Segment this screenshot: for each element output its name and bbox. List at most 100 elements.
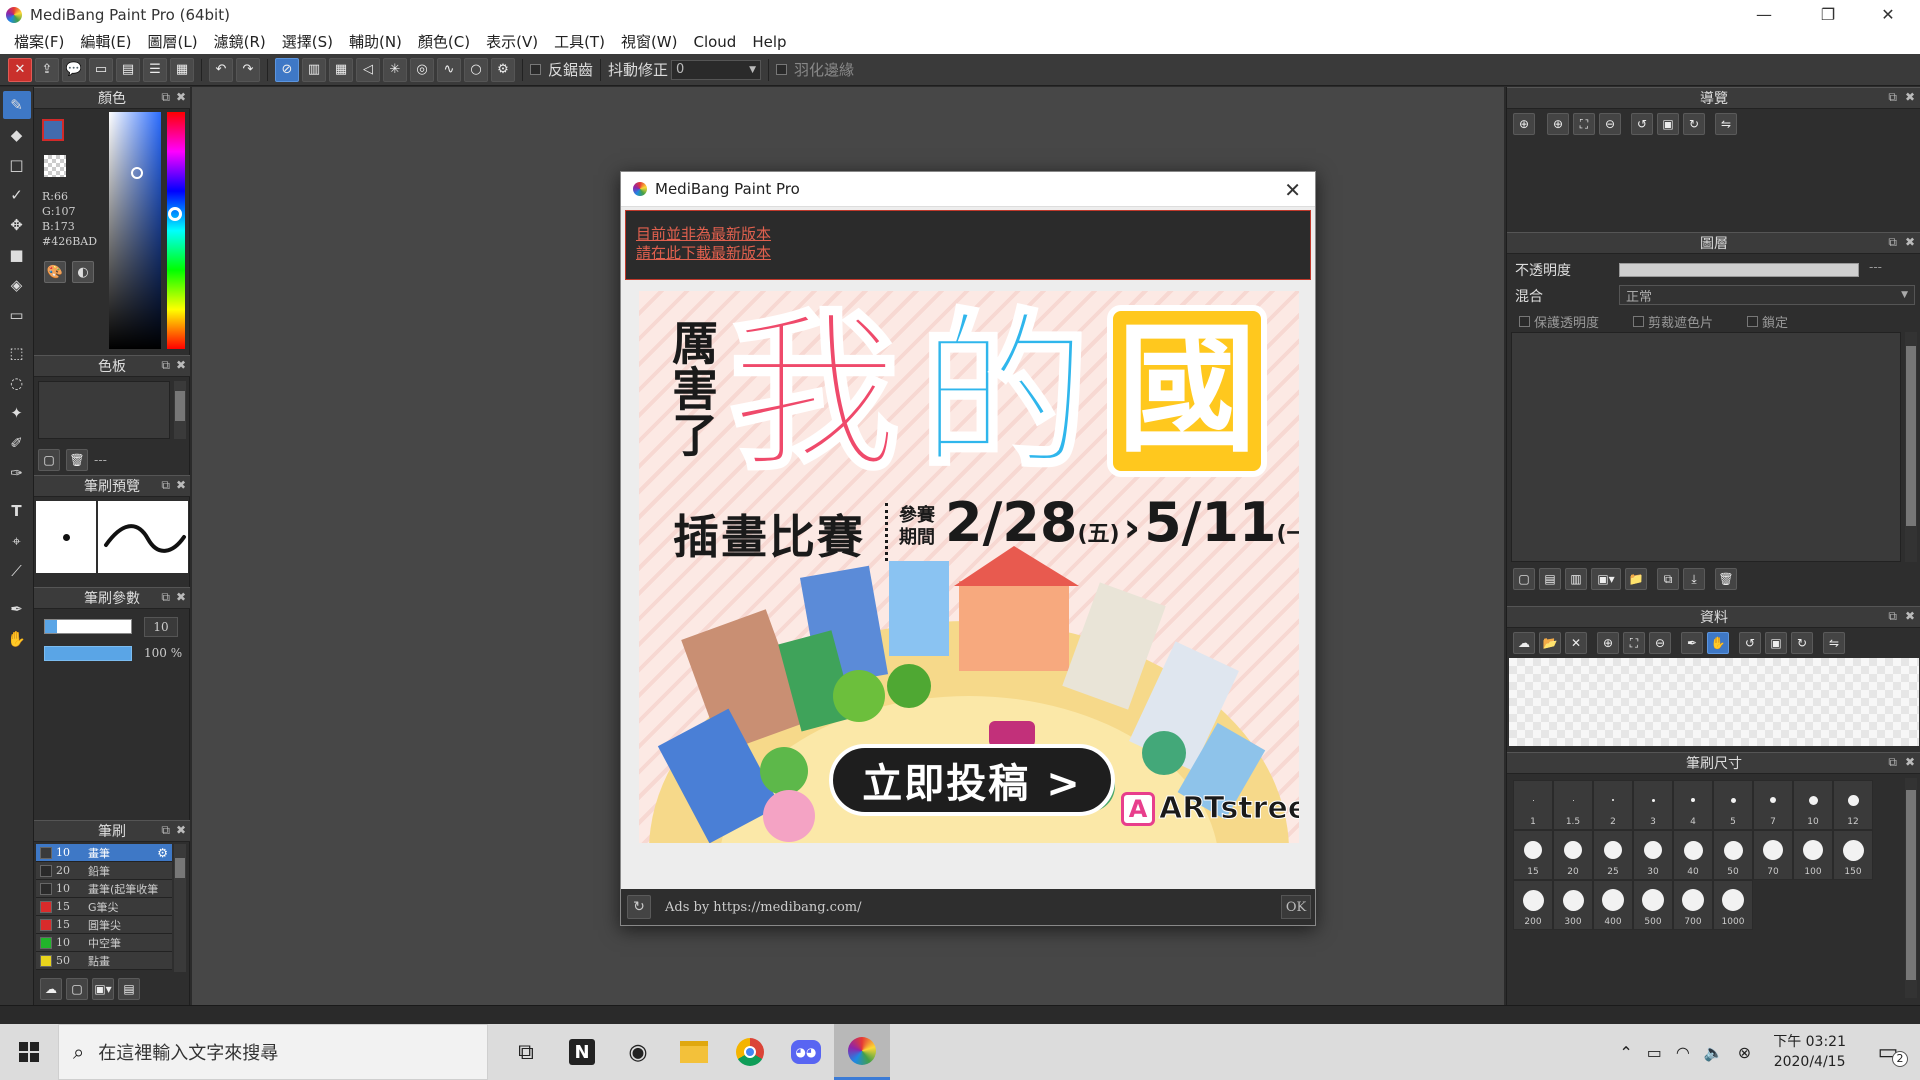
lock-option[interactable]: 鎖定 [1747,312,1788,331]
minimize-button[interactable]: — [1736,0,1792,29]
select-pen-tool-icon[interactable]: ✐ [3,429,31,457]
volume-icon[interactable]: 🔈 [1704,1043,1724,1062]
dialog-close-icon[interactable]: ✕ [1284,178,1301,202]
hand-icon[interactable]: ✋ [1707,632,1729,654]
trash-icon[interactable]: 🗑 [66,449,88,471]
snap-off-icon[interactable]: ⊘ [275,57,299,82]
list-icon[interactable]: ☰ [143,57,167,82]
zoom-out-icon[interactable]: ⊖ [1599,113,1621,135]
new-brush-icon[interactable]: ▢ [66,978,88,1000]
brush-size-option[interactable]: 50 [1713,830,1753,880]
duplicate-layer-icon[interactable]: ⧉ [1657,568,1679,590]
windows-start-icon[interactable] [0,1024,58,1080]
new-layer-icon[interactable]: ▢ [1513,568,1535,590]
rotate-right-icon[interactable]: ↻ [1683,113,1705,135]
flip-icon[interactable]: ⇋ [1715,113,1737,135]
brush-size-option[interactable]: 100 [1793,830,1833,880]
close-icon[interactable]: ✖ [176,590,186,605]
cloud-material-icon[interactable]: ☁ [1513,632,1535,654]
taskbar-search-box[interactable]: ⌕ 在這裡輸入文字來搜尋 [58,1024,488,1080]
update-notice-line1[interactable]: 目前並非為最新版本 [636,225,1300,244]
fg-color-swatch[interactable] [42,119,64,141]
material-preview[interactable] [1509,658,1919,746]
float-icon[interactable]: ⧉ [1888,755,1897,770]
menu-filter[interactable]: 濾鏡(R) [206,31,274,52]
ad-cta-button[interactable]: 立即投稿 > [829,744,1115,816]
medibang-taskbar-icon[interactable] [834,1024,890,1080]
reset-view-icon[interactable]: ▣ [1657,113,1679,135]
zoom-out-icon[interactable]: ⊖ [1649,632,1671,654]
float-icon[interactable]: ⧉ [1888,90,1897,105]
file-explorer-icon[interactable] [666,1024,722,1080]
circle-snap-icon[interactable]: ○ [464,57,488,82]
eyedropper-icon[interactable]: ✒ [1681,632,1703,654]
battery-icon[interactable]: ▭ [1647,1043,1662,1062]
delete-icon[interactable]: ✕ [1565,632,1587,654]
chrome-icon[interactable] [722,1024,778,1080]
brush-size-option[interactable]: 3 [1633,780,1673,830]
float-icon[interactable]: ⧉ [1888,609,1897,624]
radial-snap-icon[interactable]: ✳ [383,57,407,82]
feather-checkbox[interactable] [776,64,788,75]
brush-list-item[interactable]: 10 畫筆(起筆收筆 [36,880,172,898]
rotate-left-icon[interactable]: ↺ [1739,632,1761,654]
brush-size-option[interactable]: 7 [1753,780,1793,830]
close-icon[interactable]: ✖ [176,823,186,838]
menu-window[interactable]: 視窗(W) [613,31,686,52]
chevron-up-icon[interactable]: ⌃ [1619,1043,1632,1062]
menu-layer[interactable]: 圖層(L) [140,31,206,52]
eyedropper-tool-icon[interactable]: ✒ [3,595,31,623]
scroll-thumb[interactable] [1906,346,1916,526]
float-icon[interactable]: ⧉ [161,358,170,373]
menu-color[interactable]: 顏色(C) [410,31,478,52]
brush-size-option[interactable]: 2 [1593,780,1633,830]
restore-button[interactable]: ❐ [1800,0,1856,29]
brush-size-slider[interactable] [44,619,132,634]
menu-view[interactable]: 表示(V) [478,31,546,52]
eraser-tool-icon[interactable]: ◆ [3,121,31,149]
discord-icon[interactable]: ◕◕ [778,1024,834,1080]
add-layer-menu-icon[interactable]: ▣▾ [1591,568,1621,590]
menu-select[interactable]: 選擇(S) [274,31,341,52]
brush-size-option[interactable]: 500 [1633,880,1673,930]
scroll-thumb[interactable] [175,391,185,421]
brush-opacity-slider[interactable] [44,646,132,661]
flip-icon[interactable]: ⇋ [1823,632,1845,654]
float-icon[interactable]: ⧉ [161,590,170,605]
close-icon[interactable]: ✖ [176,358,186,373]
brush-size-option[interactable]: 1000 [1713,880,1753,930]
close-icon[interactable]: ✖ [1905,235,1915,250]
refresh-icon[interactable]: ↻ [627,895,651,919]
move-tool-icon[interactable]: ✥ [3,211,31,239]
cross-snap-icon[interactable]: ▦ [329,57,353,82]
wifi-icon[interactable]: ◠ [1676,1043,1690,1062]
parallel-snap-icon[interactable]: ▥ [302,57,326,82]
hand-tool-icon[interactable]: ✋ [3,625,31,653]
layer-list-scrollbar[interactable] [1905,332,1917,562]
brush-list-item[interactable]: 10 中空筆 [36,934,172,952]
brush-size-option[interactable]: 40 [1673,830,1713,880]
redo-icon[interactable]: ↷ [236,57,260,82]
bg-color-swatch[interactable] [44,155,66,177]
select-eraser-tool-icon[interactable]: ✑ [3,459,31,487]
float-icon[interactable]: ⧉ [161,478,170,493]
brush-size-scrollbar[interactable] [1905,778,1917,998]
brush-size-option[interactable]: 1.5 [1553,780,1593,830]
float-icon[interactable]: ⧉ [161,90,170,105]
palette-scrollbar[interactable] [174,381,186,439]
new-8bit-layer-icon[interactable]: ▥ [1565,568,1587,590]
brush-list-item[interactable]: 10 畫筆 ⚙ [36,844,172,862]
zoom-icon[interactable]: ⊕ [1513,113,1535,135]
brush-list-item[interactable]: 50 點畫 [36,952,172,970]
notion-icon[interactable]: N [554,1024,610,1080]
new-palette-icon[interactable]: ▢ [38,449,60,471]
comment-icon[interactable]: ▭ [89,57,113,82]
close-icon[interactable]: ✖ [1905,90,1915,105]
brush-size-option[interactable]: 25 [1593,830,1633,880]
operation-tool-icon[interactable]: ⌖ [3,527,31,555]
obs-icon[interactable]: ◉ [610,1024,666,1080]
float-icon[interactable]: ⧉ [161,823,170,838]
close-icon[interactable]: ✖ [176,478,186,493]
delete-icon[interactable]: ✕ [8,57,32,82]
antialias-checkbox[interactable] [530,64,541,75]
